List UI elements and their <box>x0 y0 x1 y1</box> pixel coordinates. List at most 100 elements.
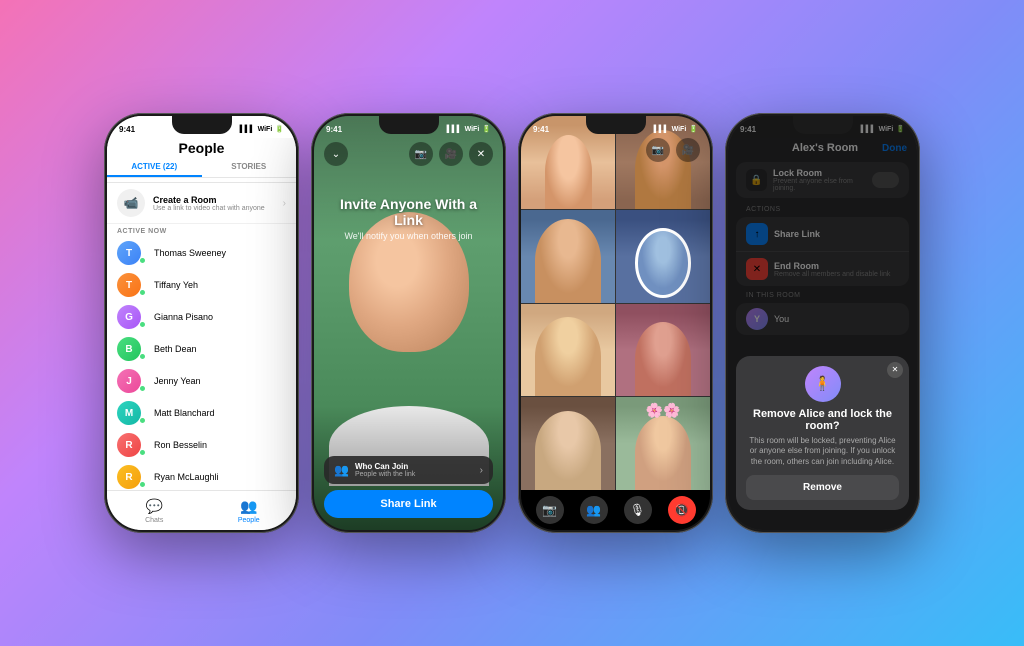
notch-1 <box>172 116 232 134</box>
remove-button[interactable]: Remove <box>746 475 899 500</box>
list-item[interactable]: R Ron Besselin <box>107 429 296 461</box>
who-can-join-text: Who Can Join People with the link <box>355 462 415 478</box>
video-cell-4 <box>616 210 710 303</box>
modal-description: This room will be locked, preventing Ali… <box>746 436 899 467</box>
list-item[interactable]: B Beth Dean <box>107 333 296 365</box>
phone-1: 9:41 ▌▌▌ WiFi 🔋 People ACTIVE (22) STORI… <box>104 113 299 533</box>
phone3-top-icons: 📷 🎥 <box>646 138 700 162</box>
camera-switch-button[interactable]: 📷 <box>409 142 433 166</box>
notch-4 <box>793 116 853 134</box>
modal-close-button[interactable]: ✕ <box>887 362 903 378</box>
helmet <box>635 228 691 298</box>
participants-button[interactable]: 👥 <box>580 496 608 524</box>
people-list: T Thomas Sweeney T Tiffany Yeh G Gianna … <box>107 237 296 493</box>
signal-icon-3: ▌▌▌ <box>654 126 669 133</box>
active-now-label: ACTIVE NOW <box>107 224 296 237</box>
tab-chats[interactable]: 💬 Chats <box>107 498 202 524</box>
person-name: Jenny Yean <box>154 376 201 386</box>
signal-icon-2: ▌▌▌ <box>447 126 462 133</box>
create-room-subtitle: Use a link to video chat with anyone <box>153 205 265 212</box>
list-item[interactable]: G Gianna Pisano <box>107 301 296 333</box>
back-button[interactable]: ⌄ <box>324 142 348 166</box>
who-can-join-row[interactable]: 👥 Who Can Join People with the link › <box>324 456 493 484</box>
list-item[interactable]: T Thomas Sweeney <box>107 237 296 269</box>
create-room-text: Create a Room Use a link to video chat w… <box>153 195 265 212</box>
modal-overlay: ✕ 🧍 Remove Alice and lock the room? This… <box>728 116 917 530</box>
avatar: J <box>117 369 141 393</box>
person-name: Gianna Pisano <box>154 312 213 322</box>
battery-icon-3: 🔋 <box>689 125 698 133</box>
top-actions: 📷 🎥 ✕ <box>409 142 493 166</box>
people-tab-label: People <box>238 517 260 524</box>
face-3 <box>535 219 601 302</box>
wifi-icon-3: WiFi <box>672 126 687 133</box>
active-dot <box>139 385 146 392</box>
active-dot <box>139 417 146 424</box>
avatar: G <box>117 305 141 329</box>
phone2-bottom: 👥 Who Can Join People with the link › Sh… <box>314 456 503 530</box>
create-room-title: Create a Room <box>153 195 265 205</box>
time-1: 9:41 <box>119 125 135 134</box>
person-name: Ryan McLaughli <box>154 472 219 482</box>
signal-icon: ▌▌▌ <box>240 126 255 133</box>
list-item[interactable]: M Matt Blanchard <box>107 397 296 429</box>
phone-2: 9:41 ▌▌▌ WiFi 🔋 ⌄ 📷 🎥 ✕ Invite Anyone Wi… <box>311 113 506 533</box>
list-item[interactable]: R Ryan McLaughli <box>107 461 296 493</box>
invite-text-overlay: Invite Anyone With a Link We'll notify y… <box>314 196 503 241</box>
invite-title: Invite Anyone With a Link <box>329 196 488 228</box>
avatar: M <box>117 401 141 425</box>
avatar: B <box>117 337 141 361</box>
notch-2 <box>379 116 439 134</box>
person-name: Tiffany Yeh <box>154 280 198 290</box>
avatar: R <box>117 433 141 457</box>
camera-icon-btn[interactable]: 📷 <box>646 138 670 162</box>
remove-modal: ✕ 🧍 Remove Alice and lock the room? This… <box>736 356 909 510</box>
video-cell-7 <box>521 397 615 490</box>
share-link-button[interactable]: Share Link <box>324 490 493 518</box>
video-button[interactable]: 🎥 <box>439 142 463 166</box>
face-5 <box>535 317 601 396</box>
active-dot <box>139 449 146 456</box>
create-room-chevron: › <box>283 198 286 209</box>
tab-active[interactable]: ACTIVE (22) <box>107 158 202 177</box>
active-dot <box>139 289 146 296</box>
person-name: Ron Besselin <box>154 440 207 450</box>
video-grid: 🌸🌸 <box>521 116 710 490</box>
group-icon: 👥 <box>334 463 349 477</box>
who-chevron-icon: › <box>480 465 483 476</box>
camera-toggle-button[interactable]: 📷 <box>536 496 564 524</box>
modal-title: Remove Alice and lock the room? <box>746 408 899 432</box>
active-dot <box>139 353 146 360</box>
wifi-icon: WiFi <box>258 126 273 133</box>
active-dot <box>139 257 146 264</box>
wifi-icon-2: WiFi <box>465 126 480 133</box>
mic-button[interactable]: 🎙 <box>624 496 652 524</box>
video-cell-5 <box>521 304 615 397</box>
video-cell-6 <box>616 304 710 397</box>
avatar: R <box>117 465 141 489</box>
bottom-tab-bar: 💬 Chats 👥 People <box>107 490 296 530</box>
people-icon: 👥 <box>240 498 257 515</box>
tab-stories[interactable]: STORIES <box>202 158 297 177</box>
time-2: 9:41 <box>326 125 342 134</box>
face-6 <box>635 322 691 396</box>
status-icons-3: ▌▌▌ WiFi 🔋 <box>654 125 698 133</box>
end-call-button[interactable]: 📵 <box>668 496 696 524</box>
video-icon-btn[interactable]: 🎥 <box>676 138 700 162</box>
face-1 <box>545 135 592 209</box>
active-dot <box>139 321 146 328</box>
status-icons-2: ▌▌▌ WiFi 🔋 <box>447 125 491 133</box>
status-icons-1: ▌▌▌ WiFi 🔋 <box>240 125 284 133</box>
create-room-row[interactable]: 📹 Create a Room Use a link to video chat… <box>107 183 296 224</box>
face-7 <box>535 411 601 490</box>
list-item[interactable]: J Jenny Yean <box>107 365 296 397</box>
room-icon: 📹 <box>117 189 145 217</box>
tab-people[interactable]: 👥 People <box>202 498 297 524</box>
flower-decoration: 🌸🌸 <box>646 402 681 419</box>
list-item[interactable]: T Tiffany Yeh <box>107 269 296 301</box>
close-button[interactable]: ✕ <box>469 142 493 166</box>
people-title: People <box>107 140 296 156</box>
person-name: Thomas Sweeney <box>154 248 226 258</box>
face-8 <box>635 416 691 490</box>
person-name: Matt Blanchard <box>154 408 215 418</box>
